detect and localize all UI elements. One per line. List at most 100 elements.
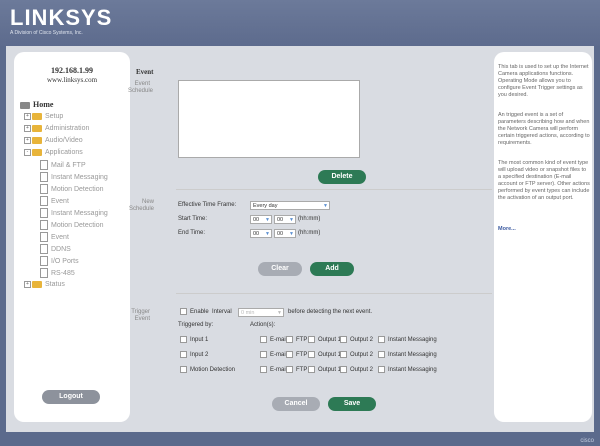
action-ftp-label: FTP — [296, 367, 308, 373]
tree-audio-video[interactable]: + Audio/Video — [24, 136, 83, 146]
logo-subtitle: A Division of Cisco Systems, Inc. — [10, 30, 83, 36]
enable-checkbox[interactable] — [180, 308, 187, 315]
tree-mail-ftp[interactable]: Mail & FTP — [40, 160, 86, 170]
start-format-hint: (hh:mm) — [298, 216, 321, 222]
source-checkbox[interactable] — [180, 366, 187, 373]
action-out2-label: Output 2 — [350, 367, 374, 373]
end-hour-select[interactable]: 00 ▼ — [250, 229, 272, 238]
source-checkbox[interactable] — [180, 336, 187, 343]
tree-motion-detection[interactable]: Motion Detection — [40, 184, 104, 194]
expand-icon[interactable]: + — [24, 112, 31, 120]
expand-icon[interactable]: + — [24, 280, 31, 288]
folder-icon — [32, 112, 42, 120]
expand-icon[interactable]: + — [24, 124, 31, 132]
effective-time-select[interactable]: Every day ▼ — [250, 201, 330, 210]
interval-label: Interval — [212, 309, 232, 315]
tree-administration[interactable]: + Administration — [24, 124, 89, 134]
help-panel: This tab is used to set up the Internet … — [494, 52, 592, 422]
tree-motion-detection-2[interactable]: Motion Detection — [40, 220, 104, 230]
action-out1-checkbox[interactable] — [308, 351, 315, 358]
tree-event-2[interactable]: Event — [40, 232, 69, 242]
collapse-icon[interactable]: - — [24, 148, 31, 156]
tree-home[interactable]: Home — [20, 100, 53, 110]
more-link[interactable]: More... — [498, 226, 590, 233]
action-ftp-label: FTP — [296, 337, 308, 343]
action-email-label: E-mail — [270, 337, 288, 343]
tree-instant-messaging-2[interactable]: Instant Messaging — [40, 208, 108, 218]
chevron-down-icon: ▼ — [265, 231, 270, 237]
action-email-checkbox[interactable] — [260, 366, 267, 373]
action-ftp-checkbox[interactable] — [286, 336, 293, 343]
folder-icon — [32, 124, 42, 132]
help-text-3: The most common kind of event type will … — [498, 160, 590, 201]
page-icon — [40, 184, 48, 194]
logout-button[interactable]: Logout — [42, 390, 100, 404]
new-schedule-label: New Schedule — [128, 199, 154, 212]
action-out1-checkbox[interactable] — [308, 366, 315, 373]
action-out1-checkbox[interactable] — [308, 336, 315, 343]
action-out1-label: Output 1 — [318, 352, 342, 358]
clear-button[interactable]: Clear — [258, 262, 302, 276]
action-email-label: E-mail — [270, 352, 288, 358]
page-icon — [40, 244, 48, 254]
linksys-logo: LINKSYS — [10, 5, 113, 30]
add-button[interactable]: Add — [310, 262, 354, 276]
chevron-down-icon: ▼ — [277, 310, 282, 316]
action-im-checkbox[interactable] — [378, 366, 385, 373]
save-button[interactable]: Save — [328, 397, 376, 411]
action-im-label: Instant Messaging — [388, 352, 437, 358]
interval-select[interactable]: 0 min ▼ — [238, 308, 284, 317]
cancel-button[interactable]: Cancel — [272, 397, 320, 411]
source-checkbox[interactable] — [180, 351, 187, 358]
page-icon — [40, 268, 48, 278]
source-label: Input 2 — [190, 352, 209, 358]
page-icon — [40, 220, 48, 230]
action-ftp-checkbox[interactable] — [286, 351, 293, 358]
action-im-checkbox[interactable] — [378, 336, 385, 343]
interval-note: before detecting the next event. — [288, 309, 373, 315]
effective-time-label: Effective Time Frame: — [178, 202, 237, 208]
source-label: Input 1 — [190, 337, 209, 343]
delete-button[interactable]: Delete — [318, 170, 366, 184]
tree-setup[interactable]: + Setup — [24, 112, 63, 122]
end-format-hint: (hh:mm) — [298, 230, 321, 236]
actions-label: Action(s): — [250, 322, 276, 328]
chevron-down-icon: ▼ — [289, 217, 294, 223]
start-hour-select[interactable]: 00 ▼ — [250, 215, 272, 224]
tree-applications[interactable]: - Applications — [24, 148, 83, 158]
folder-icon — [32, 280, 42, 288]
tree-io-ports[interactable]: I/O Ports — [40, 256, 79, 266]
page-icon — [40, 172, 48, 182]
event-settings: Event Event Schedule Delete New Schedule… — [128, 52, 492, 422]
triggered-by-label: Triggered by: — [178, 322, 214, 328]
help-text-1: This tab is used to set up the Internet … — [498, 64, 589, 98]
event-schedule-label: Event Schedule — [128, 81, 154, 94]
enable-label: Enable — [190, 309, 209, 315]
folder-icon — [20, 101, 30, 109]
expand-icon[interactable]: + — [24, 136, 31, 144]
action-out2-checkbox[interactable] — [340, 366, 347, 373]
action-out2-checkbox[interactable] — [340, 351, 347, 358]
trigger-event-label: Trigger Event — [131, 309, 150, 322]
action-email-checkbox[interactable] — [260, 336, 267, 343]
action-im-checkbox[interactable] — [378, 351, 385, 358]
chevron-down-icon: ▼ — [289, 231, 294, 237]
action-email-checkbox[interactable] — [260, 351, 267, 358]
action-out2-label: Output 2 — [350, 352, 374, 358]
action-out1-label: Output 1 — [318, 367, 342, 373]
chevron-down-icon: ▼ — [323, 203, 328, 209]
divider — [176, 189, 492, 190]
tree-status[interactable]: + Status — [24, 280, 65, 290]
end-minute-select[interactable]: 00 ▼ — [274, 229, 296, 238]
action-im-label: Instant Messaging — [388, 367, 437, 373]
tree-ddns[interactable]: DDNS — [40, 244, 71, 254]
action-ftp-checkbox[interactable] — [286, 366, 293, 373]
chevron-down-icon: ▼ — [265, 217, 270, 223]
action-out2-label: Output 2 — [350, 337, 374, 343]
schedule-list[interactable] — [178, 80, 360, 158]
action-out2-checkbox[interactable] — [340, 336, 347, 343]
start-minute-select[interactable]: 00 ▼ — [274, 215, 296, 224]
tree-instant-messaging[interactable]: Instant Messaging — [40, 172, 108, 182]
tree-rs485[interactable]: RS-485 — [40, 268, 75, 278]
tree-event[interactable]: Event — [40, 196, 69, 206]
